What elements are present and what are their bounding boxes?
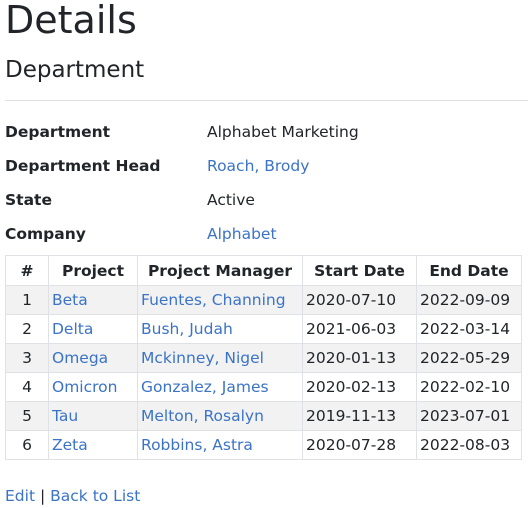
project-link[interactable]: Omega xyxy=(52,349,108,367)
column-header-project: Project xyxy=(48,255,138,286)
column-header-start-date: Start Date xyxy=(302,255,417,286)
start-date: 2020-07-10 xyxy=(302,285,417,315)
project-manager-link[interactable]: Mckinney, Nigel xyxy=(141,349,264,367)
project-link[interactable]: Tau xyxy=(52,407,78,425)
project-manager-link[interactable]: Gonzalez, James xyxy=(141,378,269,396)
column-header-end-date: End Date xyxy=(416,255,522,286)
end-date: 2023-07-01 xyxy=(416,401,522,431)
end-date: 2022-09-09 xyxy=(416,285,522,315)
page-subtitle: Department xyxy=(5,57,145,83)
row-number: 3 xyxy=(5,343,49,373)
detail-label: Department xyxy=(5,123,111,141)
start-date: 2021-06-03 xyxy=(302,314,417,344)
project-manager-link[interactable]: Bush, Judah xyxy=(141,320,233,338)
project-link[interactable]: Zeta xyxy=(52,436,88,454)
detail-label: Company xyxy=(5,225,86,243)
start-date: 2020-02-13 xyxy=(302,372,417,402)
start-date: 2019-11-13 xyxy=(302,401,417,431)
projects-table: # Project Project Manager Start Date End… xyxy=(5,255,522,460)
column-header-project-manager: Project Manager xyxy=(137,255,303,286)
department-head-link[interactable]: Roach, Brody xyxy=(207,154,309,178)
company-link[interactable]: Alphabet xyxy=(207,222,277,246)
table-row: 6 Zeta Robbins, Astra 2020-07-28 2022-08… xyxy=(5,430,522,460)
edit-link[interactable]: Edit xyxy=(5,487,35,505)
table-row: 1 Beta Fuentes, Channing 2020-07-10 2022… xyxy=(5,285,522,315)
divider xyxy=(5,100,528,101)
row-number: 6 xyxy=(5,430,49,460)
row-number: 1 xyxy=(5,285,49,315)
end-date: 2022-08-03 xyxy=(416,430,522,460)
end-date: 2022-05-29 xyxy=(416,343,522,373)
table-row: 5 Tau Melton, Rosalyn 2019-11-13 2023-07… xyxy=(5,401,522,431)
project-manager-link[interactable]: Robbins, Astra xyxy=(141,436,253,454)
project-link[interactable]: Omicron xyxy=(52,378,117,396)
project-manager-link[interactable]: Melton, Rosalyn xyxy=(141,407,264,425)
start-date: 2020-07-28 xyxy=(302,430,417,460)
column-header-number: # xyxy=(5,255,49,286)
footer-actions: Edit | Back to List xyxy=(5,484,140,508)
project-link[interactable]: Delta xyxy=(52,320,93,338)
table-row: 3 Omega Mckinney, Nigel 2020-01-13 2022-… xyxy=(5,343,522,373)
table-row: 4 Omicron Gonzalez, James 2020-02-13 202… xyxy=(5,372,522,402)
page-title: Details xyxy=(5,0,137,42)
end-date: 2022-02-10 xyxy=(416,372,522,402)
end-date: 2022-03-14 xyxy=(416,314,522,344)
row-number: 4 xyxy=(5,372,49,402)
row-number: 5 xyxy=(5,401,49,431)
table-row: 2 Delta Bush, Judah 2021-06-03 2022-03-1… xyxy=(5,314,522,344)
detail-label: Department Head xyxy=(5,157,161,175)
table-header-row: # Project Project Manager Start Date End… xyxy=(5,255,522,286)
link-separator: | xyxy=(39,487,46,505)
detail-value-state: Active xyxy=(207,191,255,209)
start-date: 2020-01-13 xyxy=(302,343,417,373)
detail-value-department: Alphabet Marketing xyxy=(207,123,359,141)
detail-label: State xyxy=(5,191,52,209)
project-link[interactable]: Beta xyxy=(52,291,88,309)
row-number: 2 xyxy=(5,314,49,344)
project-manager-link[interactable]: Fuentes, Channing xyxy=(141,291,286,309)
back-to-list-link[interactable]: Back to List xyxy=(50,487,140,505)
